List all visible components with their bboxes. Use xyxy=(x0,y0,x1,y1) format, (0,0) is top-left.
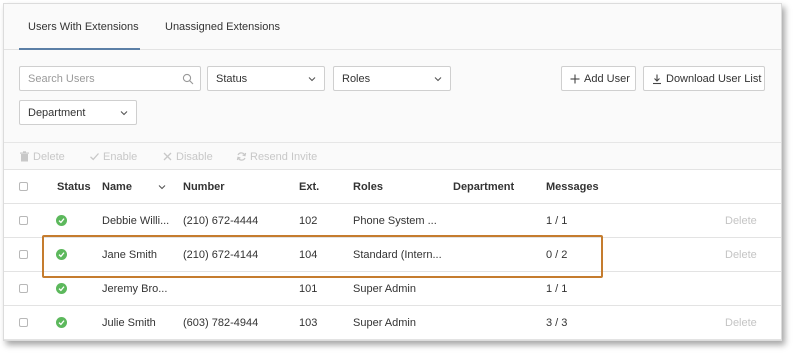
row-checkbox[interactable] xyxy=(19,216,28,225)
user-ext: 103 xyxy=(299,317,318,329)
status-active-icon xyxy=(56,215,67,226)
user-roles: Phone System ... xyxy=(353,215,437,227)
row-checkbox[interactable] xyxy=(19,318,28,327)
download-icon xyxy=(653,74,661,85)
user-roles: Super Admin xyxy=(353,283,416,295)
column-header-messages[interactable]: Messages xyxy=(546,181,599,193)
user-name[interactable]: Jeremy Bro... xyxy=(102,283,167,295)
search-icon xyxy=(182,73,194,85)
user-number: (210) 672-4144 xyxy=(183,249,259,261)
table-row[interactable]: Debbie Willi... (210) 672-4444 102 Phone… xyxy=(4,204,781,238)
table-row[interactable]: Jeremy Bro... 101 Super Admin 1 / 1 xyxy=(4,272,781,306)
column-header-department[interactable]: Department xyxy=(453,181,514,193)
active-tab-indicator xyxy=(19,48,140,50)
tab-unassigned-extensions[interactable]: Unassigned Extensions xyxy=(165,21,280,33)
status-active-icon xyxy=(56,317,67,328)
user-roles: Super Admin xyxy=(353,317,416,329)
chevron-down-icon xyxy=(434,77,442,82)
close-icon xyxy=(163,152,172,161)
sort-chevron-icon[interactable] xyxy=(157,182,167,192)
bulk-enable-button[interactable]: Enable xyxy=(89,151,137,163)
add-user-label: Add User xyxy=(584,73,630,85)
user-number: (603) 782-4944 xyxy=(183,317,259,329)
user-name[interactable]: Debbie Willi... xyxy=(102,215,169,227)
user-name[interactable]: Jane Smith xyxy=(102,249,157,261)
row-checkbox[interactable] xyxy=(19,284,28,293)
bulk-disable-button[interactable]: Disable xyxy=(162,151,213,163)
row-checkbox[interactable] xyxy=(19,250,28,259)
column-header-status[interactable]: Status xyxy=(57,181,91,193)
plus-icon xyxy=(570,74,580,84)
column-header-ext[interactable]: Ext. xyxy=(299,181,319,193)
download-label: Download User List xyxy=(666,73,762,85)
department-select-label: Department xyxy=(28,107,86,119)
roles-select-label: Roles xyxy=(342,73,371,85)
status-select-label: Status xyxy=(216,73,248,85)
chevron-down-icon xyxy=(308,77,316,82)
user-messages: 1 / 1 xyxy=(546,283,568,295)
user-number: (210) 672-4444 xyxy=(183,215,259,227)
tab-bar: Users With Extensions Unassigned Extensi… xyxy=(4,4,781,50)
bulk-resend-invite-button[interactable]: Resend Invite xyxy=(236,151,317,163)
add-user-button[interactable]: Add User xyxy=(561,66,636,91)
users-table: Status Name Number Ext. Roles Department… xyxy=(4,169,781,340)
select-all-checkbox[interactable] xyxy=(19,182,28,191)
table-row[interactable]: Jane Smith (210) 672-4144 104 Standard (… xyxy=(4,238,781,272)
user-messages: 3 / 3 xyxy=(546,317,568,329)
users-panel: Users With Extensions Unassigned Extensi… xyxy=(3,3,782,341)
roles-select[interactable]: Roles xyxy=(333,66,451,91)
bulk-action-bar: Delete Enable Disable Resend Invite xyxy=(4,142,781,169)
column-header-name[interactable]: Name xyxy=(102,181,132,193)
table-row[interactable]: Julie Smith (603) 782-4944 103 Super Adm… xyxy=(4,306,781,340)
user-roles: Standard (Intern... xyxy=(353,249,442,261)
status-select[interactable]: Status xyxy=(207,66,325,91)
status-active-icon xyxy=(56,283,67,294)
trash-icon xyxy=(20,151,29,162)
user-name[interactable]: Julie Smith xyxy=(102,317,156,329)
user-messages: 0 / 2 xyxy=(546,249,568,261)
row-delete-link[interactable]: Delete xyxy=(725,317,757,329)
column-header-number[interactable]: Number xyxy=(183,181,225,193)
column-header-roles[interactable]: Roles xyxy=(353,181,383,193)
user-ext: 104 xyxy=(299,249,318,261)
tab-users-with-extensions[interactable]: Users With Extensions xyxy=(28,21,139,33)
refresh-icon xyxy=(236,152,247,161)
search-input[interactable]: Search Users xyxy=(19,66,201,91)
user-ext: 102 xyxy=(299,215,318,227)
row-delete-link[interactable]: Delete xyxy=(725,249,757,261)
bulk-resend-invite-label: Resend Invite xyxy=(250,151,318,163)
table-header: Status Name Number Ext. Roles Department… xyxy=(4,169,781,204)
check-icon xyxy=(90,153,99,161)
download-user-list-button[interactable]: Download User List xyxy=(643,66,765,91)
user-ext: 101 xyxy=(299,283,318,295)
search-placeholder: Search Users xyxy=(28,73,95,85)
department-select[interactable]: Department xyxy=(19,100,137,125)
chevron-down-icon xyxy=(120,111,128,116)
bulk-delete-button[interactable]: Delete xyxy=(19,151,65,163)
status-active-icon xyxy=(56,249,67,260)
user-messages: 1 / 1 xyxy=(546,215,568,227)
row-delete-link[interactable]: Delete xyxy=(725,215,757,227)
